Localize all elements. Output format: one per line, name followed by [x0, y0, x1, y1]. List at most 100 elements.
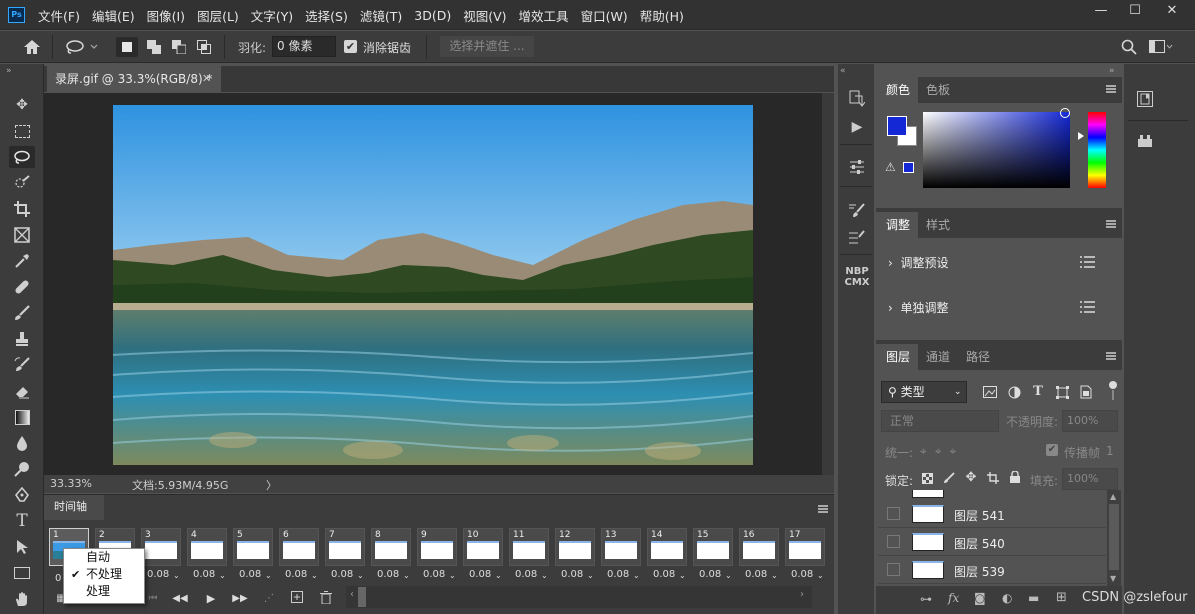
- maximize-button[interactable]: ☐: [1118, 0, 1152, 22]
- web-safe-color-swatch[interactable]: [903, 162, 914, 173]
- chevron-down-icon[interactable]: ⌄: [449, 571, 456, 580]
- intersect-selection-icon[interactable]: [193, 37, 215, 57]
- path-select-tool-icon[interactable]: [9, 536, 35, 558]
- antialias-checkbox[interactable]: ✔: [344, 40, 357, 53]
- timeline-frame[interactable]: 12: [555, 528, 595, 566]
- new-group-icon[interactable]: ▬: [1028, 591, 1039, 605]
- home-icon[interactable]: [20, 37, 44, 57]
- select-and-mask-button[interactable]: 选择并遮住 ...: [440, 36, 534, 57]
- frame-delay[interactable]: 0.08: [561, 569, 583, 580]
- marquee-tool-icon[interactable]: [9, 120, 35, 142]
- frame-delay[interactable]: 0.08: [745, 569, 767, 580]
- new-layer-icon[interactable]: ⊞: [1056, 590, 1067, 605]
- color-picker-field[interactable]: [923, 108, 1070, 188]
- lasso-preset-icon[interactable]: [62, 37, 100, 57]
- actions-play-icon[interactable]: ▶: [846, 116, 868, 138]
- menu-select[interactable]: 选择(S): [299, 6, 354, 25]
- lock-artboard-icon[interactable]: [986, 471, 1000, 485]
- history-panel-icon[interactable]: [846, 88, 868, 110]
- new-selection-icon[interactable]: [116, 37, 138, 57]
- tab-styles[interactable]: 样式: [918, 212, 958, 238]
- layers-panel-menu-icon[interactable]: [1106, 352, 1116, 360]
- crop-tool-icon[interactable]: [9, 198, 35, 220]
- menu-plugins[interactable]: 增效工具: [513, 6, 575, 25]
- feather-input[interactable]: 0 像素: [272, 36, 336, 57]
- lock-all-icon[interactable]: [1008, 470, 1022, 484]
- previous-frame-icon[interactable]: ◀◀: [172, 591, 188, 605]
- opacity-input[interactable]: 100%: [1062, 410, 1118, 432]
- rectangle-tool-icon[interactable]: [9, 562, 35, 584]
- chevron-down-icon[interactable]: ⌄: [541, 571, 548, 580]
- brushes-panel-icon[interactable]: [846, 200, 868, 222]
- hue-slider-handle[interactable]: [1078, 132, 1084, 140]
- tab-adjustments[interactable]: 调整: [878, 212, 919, 238]
- menu-window[interactable]: 窗口(W): [575, 6, 634, 25]
- dodge-tool-icon[interactable]: [9, 458, 35, 480]
- scroll-down-icon[interactable]: ▼: [1110, 574, 1116, 583]
- timeline-frame[interactable]: 16: [739, 528, 779, 566]
- chevron-down-icon[interactable]: ⌄: [495, 571, 502, 580]
- menu-type[interactable]: 文字(Y): [245, 6, 299, 25]
- chevron-down-icon[interactable]: ⌄: [173, 571, 180, 580]
- frame-delay[interactable]: 0.08: [193, 569, 215, 580]
- status-menu-arrow[interactable]: 〉: [266, 477, 277, 493]
- tab-color[interactable]: 颜色: [878, 77, 919, 103]
- chevron-down-icon[interactable]: ⌄: [311, 571, 318, 580]
- libraries-panel-icon[interactable]: [1134, 88, 1156, 110]
- lock-pixels-icon[interactable]: [942, 471, 956, 485]
- layer-row[interactable]: 图层 541: [878, 501, 1106, 528]
- close-tab-icon[interactable]: ✕: [202, 66, 211, 92]
- type-tool-icon[interactable]: T: [9, 510, 35, 532]
- move-tool-icon[interactable]: ✥: [9, 94, 35, 116]
- close-button[interactable]: ✕: [1152, 0, 1192, 22]
- layers-scrollbar[interactable]: ▲ ▼: [1107, 490, 1121, 586]
- timeline-frame[interactable]: 4: [187, 528, 227, 566]
- brush-settings-icon[interactable]: [846, 226, 868, 248]
- strip-collapse-icon[interactable]: «: [840, 66, 846, 76]
- nbp-cmx-plugin-icon[interactable]: NBP CMX: [842, 266, 872, 288]
- timeline-frame[interactable]: 6: [279, 528, 319, 566]
- first-frame-icon[interactable]: ⏮: [146, 591, 160, 605]
- eraser-tool-icon[interactable]: [9, 380, 35, 402]
- timeline-frame[interactable]: 3: [141, 528, 181, 566]
- timeline-menu-icon[interactable]: [818, 505, 828, 513]
- frame-delay[interactable]: 0.08: [469, 569, 491, 580]
- frame-delay[interactable]: 0.08: [699, 569, 721, 580]
- scroll-up-icon[interactable]: ▲: [1110, 492, 1116, 501]
- frame-delay[interactable]: 0.08: [423, 569, 445, 580]
- list-view-icon[interactable]: [1080, 256, 1095, 268]
- blend-mode-select[interactable]: 正常: [881, 410, 999, 432]
- lasso-tool-icon[interactable]: [9, 146, 35, 168]
- history-brush-tool-icon[interactable]: [9, 354, 35, 376]
- chevron-down-icon[interactable]: ⌄: [725, 571, 732, 580]
- frame-delay[interactable]: 0.08: [377, 569, 399, 580]
- add-selection-icon[interactable]: [143, 37, 165, 57]
- properties-panel-icon[interactable]: [846, 156, 868, 178]
- timeline-frame[interactable]: 11: [509, 528, 549, 566]
- minimize-button[interactable]: —: [1084, 0, 1118, 22]
- frame-delay[interactable]: 0.08: [791, 569, 813, 580]
- filter-adjustment-icon[interactable]: [1006, 384, 1022, 400]
- brush-tool-icon[interactable]: [9, 302, 35, 324]
- frame-delay[interactable]: 0.08: [331, 569, 353, 580]
- pen-tool-icon[interactable]: [9, 484, 35, 506]
- workspace-icon[interactable]: [1148, 37, 1174, 57]
- dispose-restore-option[interactable]: 处理: [64, 583, 144, 600]
- color-picker-cursor[interactable]: [1060, 108, 1070, 118]
- link-layers-icon[interactable]: ⊶: [920, 592, 932, 606]
- timeline-frame[interactable]: 17: [785, 528, 825, 566]
- new-adjustment-icon[interactable]: ◐: [1002, 591, 1012, 605]
- tab-swatches[interactable]: 色板: [918, 77, 958, 103]
- panels-collapse-icon[interactable]: »: [1109, 66, 1115, 76]
- frame-delay[interactable]: 0.08: [515, 569, 537, 580]
- foreground-color-swatch[interactable]: [887, 116, 907, 136]
- frame-tool-icon[interactable]: [9, 224, 35, 246]
- chevron-down-icon[interactable]: ⌄: [265, 571, 272, 580]
- menu-layer[interactable]: 图层(L): [191, 6, 245, 25]
- chevron-down-icon[interactable]: ⌄: [679, 571, 686, 580]
- menu-image[interactable]: 图像(I): [141, 6, 191, 25]
- unify-icons[interactable]: ⌖⌖⌖: [920, 444, 964, 459]
- menu-file[interactable]: 文件(F): [32, 6, 86, 25]
- frame-delay[interactable]: 0.08: [607, 569, 629, 580]
- adjustments-panel-menu-icon[interactable]: [1106, 220, 1116, 228]
